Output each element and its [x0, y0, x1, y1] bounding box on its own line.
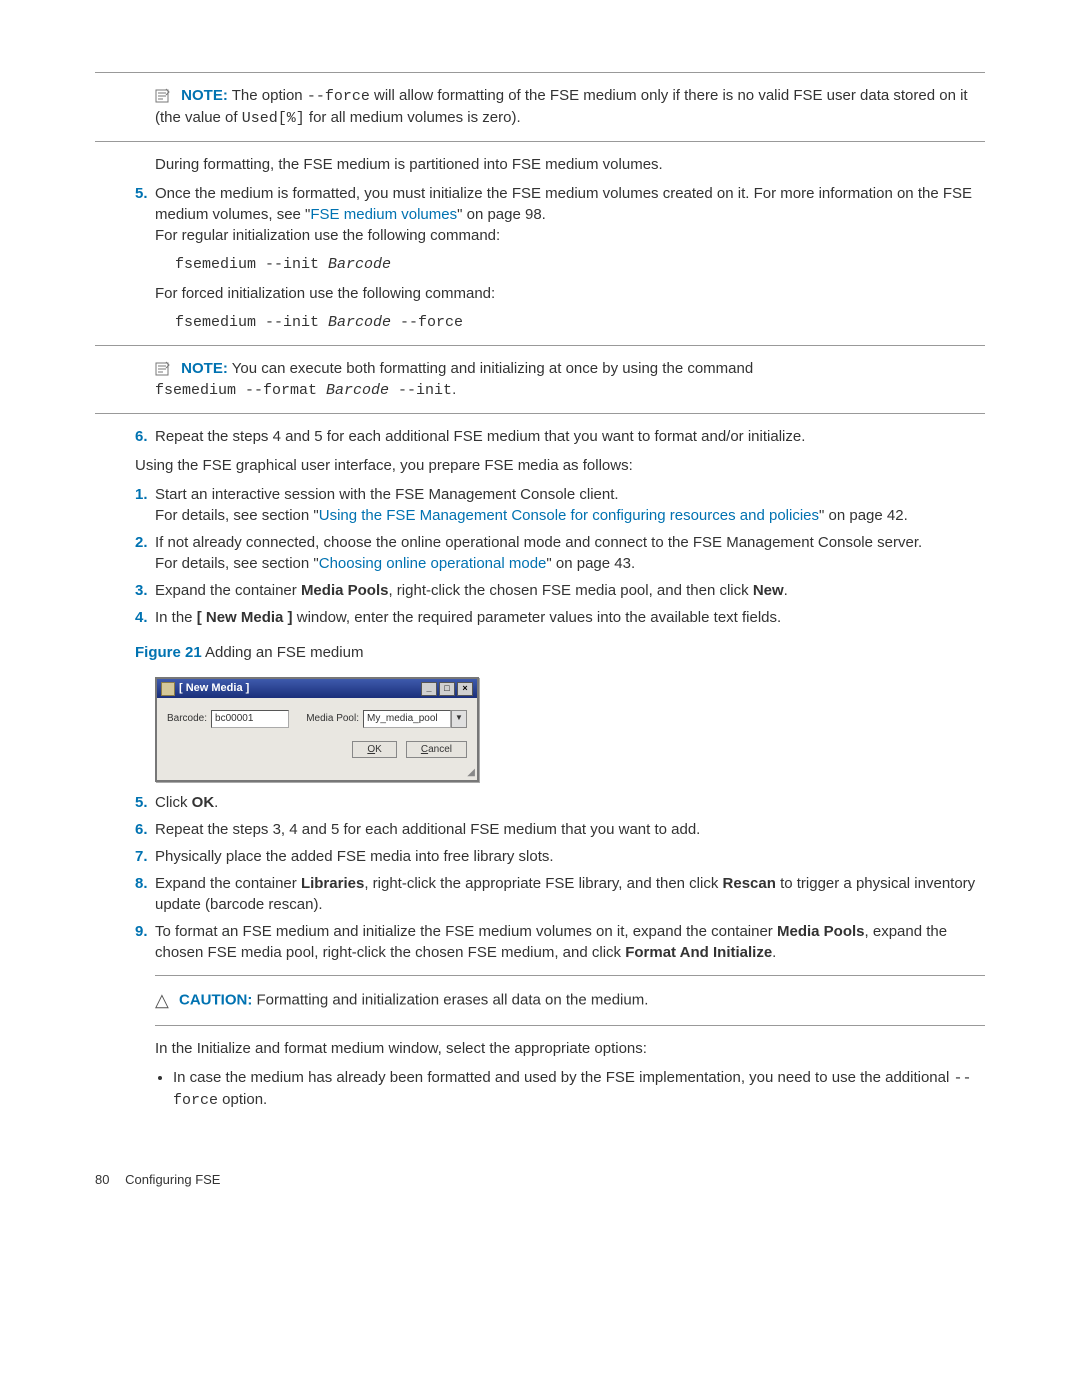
list-item: 7. Physically place the added FSE media … [135, 846, 985, 867]
resize-grip[interactable]: ◢ [157, 766, 477, 780]
ordered-list-cli-cont: 6. Repeat the steps 4 and 5 for each add… [95, 426, 985, 447]
new-media-dialog: [ New Media ] _ □ × Barcode: bc00001 Med… [155, 677, 479, 782]
link-online-mode[interactable]: Choosing online operational mode [319, 555, 547, 572]
list-marker: 3. [135, 580, 148, 601]
paragraph: Using the FSE graphical user interface, … [135, 455, 985, 476]
list-marker: 7. [135, 846, 148, 867]
ordered-list-gui: 1. Start an interactive session with the… [95, 484, 985, 628]
caution-icon: △ [155, 988, 169, 1013]
bullet-list: In case the medium has already been form… [155, 1067, 985, 1111]
chapter-title: Configuring FSE [125, 1172, 220, 1187]
note-icon [155, 361, 171, 377]
note-block: NOTE: You can execute both formatting an… [155, 358, 985, 401]
note-icon [155, 88, 171, 104]
note-text: You can execute both formatting and init… [155, 360, 753, 398]
list-marker: 5. [135, 183, 148, 204]
ordered-list-cli: 5. Once the medium is formatted, you mus… [95, 183, 985, 246]
divider [95, 72, 985, 73]
media-pool-label: Media Pool: [306, 712, 359, 726]
list-item: 9. To format an FSE medium and initializ… [135, 921, 985, 963]
list-marker: 6. [135, 426, 148, 447]
page-footer: 80 Configuring FSE [95, 1171, 985, 1189]
maximize-button[interactable]: □ [439, 682, 455, 696]
list-item: 8. Expand the container Libraries, right… [135, 873, 985, 915]
caution-block: △ CAUTION: Formatting and initialization… [155, 988, 985, 1013]
list-item: 5. Once the medium is formatted, you mus… [135, 183, 985, 246]
minimize-button[interactable]: _ [421, 682, 437, 696]
list-item: In case the medium has already been form… [173, 1067, 985, 1111]
note-text: The option --force will allow formatting… [155, 87, 968, 126]
titlebar[interactable]: [ New Media ] _ □ × [157, 679, 477, 698]
code-line: fsemedium --init Barcode [175, 254, 985, 275]
ok-button[interactable]: OK [352, 741, 396, 758]
note-label: NOTE: [181, 87, 228, 104]
list-marker: 8. [135, 873, 148, 894]
list-item: 3. Expand the container Media Pools, rig… [135, 580, 985, 601]
divider [95, 345, 985, 346]
list-marker: 6. [135, 819, 148, 840]
divider [155, 1025, 985, 1026]
figure-caption: Figure 21 Adding an FSE medium [135, 642, 985, 663]
code-line: fsemedium --init Barcode --force [175, 312, 985, 333]
list-item: 2. If not already connected, choose the … [135, 532, 985, 574]
cancel-button[interactable]: Cancel [406, 741, 467, 758]
caution-text: Formatting and initialization erases all… [257, 991, 649, 1008]
list-marker: 2. [135, 532, 148, 553]
caution-label: CAUTION: [179, 991, 252, 1008]
divider [95, 413, 985, 414]
paragraph: For forced initialization use the follow… [155, 283, 985, 304]
list-item: 5. Click OK. [135, 792, 985, 813]
list-item: 6. Repeat the steps 3, 4 and 5 for each … [135, 819, 985, 840]
page-number: 80 [95, 1172, 109, 1187]
paragraph: During formatting, the FSE medium is par… [155, 154, 985, 175]
note-block: NOTE: The option --force will allow form… [155, 85, 985, 129]
divider [95, 141, 985, 142]
note-label: NOTE: [181, 360, 228, 377]
barcode-input[interactable]: bc00001 [211, 710, 289, 728]
list-item: 6. Repeat the steps 4 and 5 for each add… [135, 426, 985, 447]
list-marker: 4. [135, 607, 148, 628]
list-marker: 1. [135, 484, 148, 505]
link-fse-medium-volumes[interactable]: FSE medium volumes [310, 206, 457, 223]
chevron-down-icon[interactable]: ▼ [451, 710, 467, 728]
window-title: [ New Media ] [179, 681, 249, 696]
list-item: 1. Start an interactive session with the… [135, 484, 985, 526]
barcode-label: Barcode: [167, 712, 207, 726]
media-pool-dropdown[interactable]: My_media_pool ▼ [363, 710, 467, 728]
ordered-list-gui-cont: 5. Click OK. 6. Repeat the steps 3, 4 an… [95, 792, 985, 963]
close-button[interactable]: × [457, 682, 473, 696]
link-fse-console-config[interactable]: Using the FSE Management Console for con… [319, 507, 819, 524]
list-marker: 5. [135, 792, 148, 813]
paragraph: In the Initialize and format medium wind… [155, 1038, 985, 1059]
list-item: 4. In the [ New Media ] window, enter th… [135, 607, 985, 628]
divider [155, 975, 985, 976]
app-icon [161, 682, 175, 696]
list-marker: 9. [135, 921, 148, 942]
